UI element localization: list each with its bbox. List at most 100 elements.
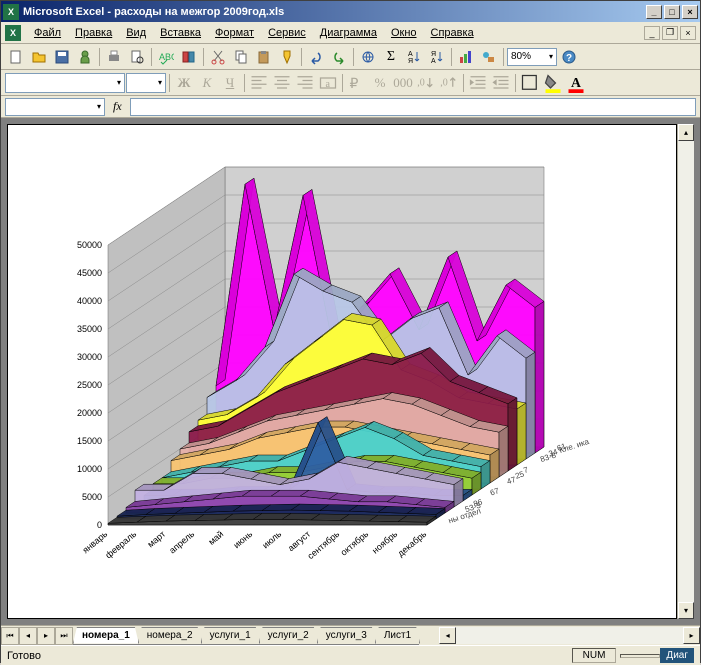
mdi-minimize-button[interactable]: _ [644,26,660,40]
svg-text:,0: ,0 [440,77,448,88]
fill-color-button[interactable] [542,72,564,94]
tab-last-button[interactable]: ⏭ [55,627,73,645]
percent-button[interactable]: % [369,72,391,94]
sheet-tab-номера_1[interactable]: номера_1 [73,627,139,644]
svg-text:июнь: июнь [231,529,254,551]
name-box[interactable]: ▾ [5,98,105,116]
drawing-button[interactable] [478,46,500,68]
svg-text:Я: Я [408,58,413,65]
hyperlink-button[interactable] [357,46,379,68]
chart-area[interactable]: 0500010000150002000025000300003500040000… [7,124,677,619]
permission-button[interactable] [74,46,96,68]
sheet-tab-услуги_3[interactable]: услуги_3 [317,627,376,644]
svg-text:август: август [286,529,312,553]
menu-view[interactable]: Вид [119,24,153,42]
merge-center-button[interactable]: a [317,72,339,94]
vertical-scrollbar[interactable]: ▴ ▾ [677,124,694,619]
svg-text:5000: 5000 [82,492,102,502]
tab-first-button[interactable]: ⏮ [1,627,19,645]
formula-input[interactable] [130,98,696,116]
menu-help[interactable]: Справка [424,24,481,42]
autosum-button[interactable]: Σ [380,46,402,68]
workspace: 0500010000150002000025000300003500040000… [1,118,700,625]
open-button[interactable] [28,46,50,68]
font-color-button[interactable]: A [565,72,587,94]
copy-button[interactable] [230,46,252,68]
menu-format[interactable]: Формат [208,24,261,42]
scroll-down-icon[interactable]: ▾ [678,602,694,619]
svg-text:15000: 15000 [77,436,102,446]
horizontal-scrollbar[interactable]: ◂ ▸ [439,627,700,644]
currency-button[interactable]: ₽ [346,72,368,94]
svg-text:Я: Я [431,51,436,58]
zoom-combo[interactable]: 80%▾ [507,48,557,66]
svg-text:83-8: 83-8 [539,450,558,464]
save-button[interactable] [51,46,73,68]
scroll-right-icon[interactable]: ▸ [683,627,700,644]
undo-button[interactable] [305,46,327,68]
decrease-indent-button[interactable] [467,72,489,94]
menu-tools[interactable]: Сервис [261,24,313,42]
menu-chart[interactable]: Диаграмма [313,24,384,42]
sheet-tab-номера_2[interactable]: номера_2 [138,627,202,644]
spelling-button[interactable]: ABC [155,46,177,68]
status-num: NUM [572,648,617,663]
svg-text:₽: ₽ [350,76,359,91]
standard-toolbar: ABC Σ АЯ ЯА 80%▾ ? [1,44,700,70]
chart-wizard-button[interactable] [455,46,477,68]
align-right-button[interactable] [294,72,316,94]
svg-text:май: май [206,529,225,547]
align-left-button[interactable] [248,72,270,94]
maximize-button[interactable]: □ [664,5,680,19]
svg-text:40000: 40000 [77,296,102,306]
decrease-decimal-button[interactable]: ,0 [438,72,460,94]
sheet-tab-услуги_1[interactable]: услуги_1 [201,627,260,644]
sort-asc-button[interactable]: АЯ [403,46,425,68]
sheet-tab-услуги_2[interactable]: услуги_2 [259,627,318,644]
mdi-close-button[interactable]: × [680,26,696,40]
align-center-button[interactable] [271,72,293,94]
menu-insert[interactable]: Вставка [153,24,208,42]
svg-text:30000: 30000 [77,352,102,362]
research-button[interactable] [178,46,200,68]
fontsize-combo[interactable]: ▾ [126,73,166,93]
sort-desc-button[interactable]: ЯА [426,46,448,68]
menu-file[interactable]: Файл [27,24,68,42]
print-button[interactable] [103,46,125,68]
sheet-tab-Лист1[interactable]: Лист1 [375,627,420,644]
zoom-value: 80% [511,51,531,62]
underline-button[interactable]: Ч [219,72,241,94]
comma-button[interactable]: 000 [392,72,414,94]
italic-button[interactable]: К [196,72,218,94]
close-button[interactable]: × [682,5,698,19]
tab-prev-button[interactable]: ◂ [19,627,37,645]
scroll-up-icon[interactable]: ▴ [678,124,694,141]
status-diag: Диаг [660,648,694,663]
tab-next-button[interactable]: ▸ [37,627,55,645]
svg-text:сентябрь: сентябрь [305,529,341,561]
format-toolbar: ▾ ▾ Ж К Ч a ₽ % 000 ,0 ,0 A [1,70,700,96]
mdi-restore-button[interactable]: ❐ [662,26,678,40]
format-painter-button[interactable] [276,46,298,68]
svg-text:35000: 35000 [77,324,102,334]
scroll-left-icon[interactable]: ◂ [439,627,456,644]
svg-text:20000: 20000 [77,408,102,418]
svg-text:октябрь: октябрь [339,529,371,558]
redo-button[interactable] [328,46,350,68]
borders-button[interactable] [519,72,541,94]
bold-button[interactable]: Ж [173,72,195,94]
paste-button[interactable] [253,46,275,68]
svg-text:10000: 10000 [77,464,102,474]
menu-window[interactable]: Окно [384,24,424,42]
help-button[interactable]: ? [558,46,580,68]
svg-text:февраль: февраль [103,529,138,561]
print-preview-button[interactable] [126,46,148,68]
minimize-button[interactable]: _ [646,5,662,19]
new-button[interactable] [5,46,27,68]
cut-button[interactable] [207,46,229,68]
menu-edit[interactable]: Правка [68,24,119,42]
increase-decimal-button[interactable]: ,0 [415,72,437,94]
fx-icon[interactable]: fx [113,99,122,114]
font-combo[interactable]: ▾ [5,73,125,93]
increase-indent-button[interactable] [490,72,512,94]
